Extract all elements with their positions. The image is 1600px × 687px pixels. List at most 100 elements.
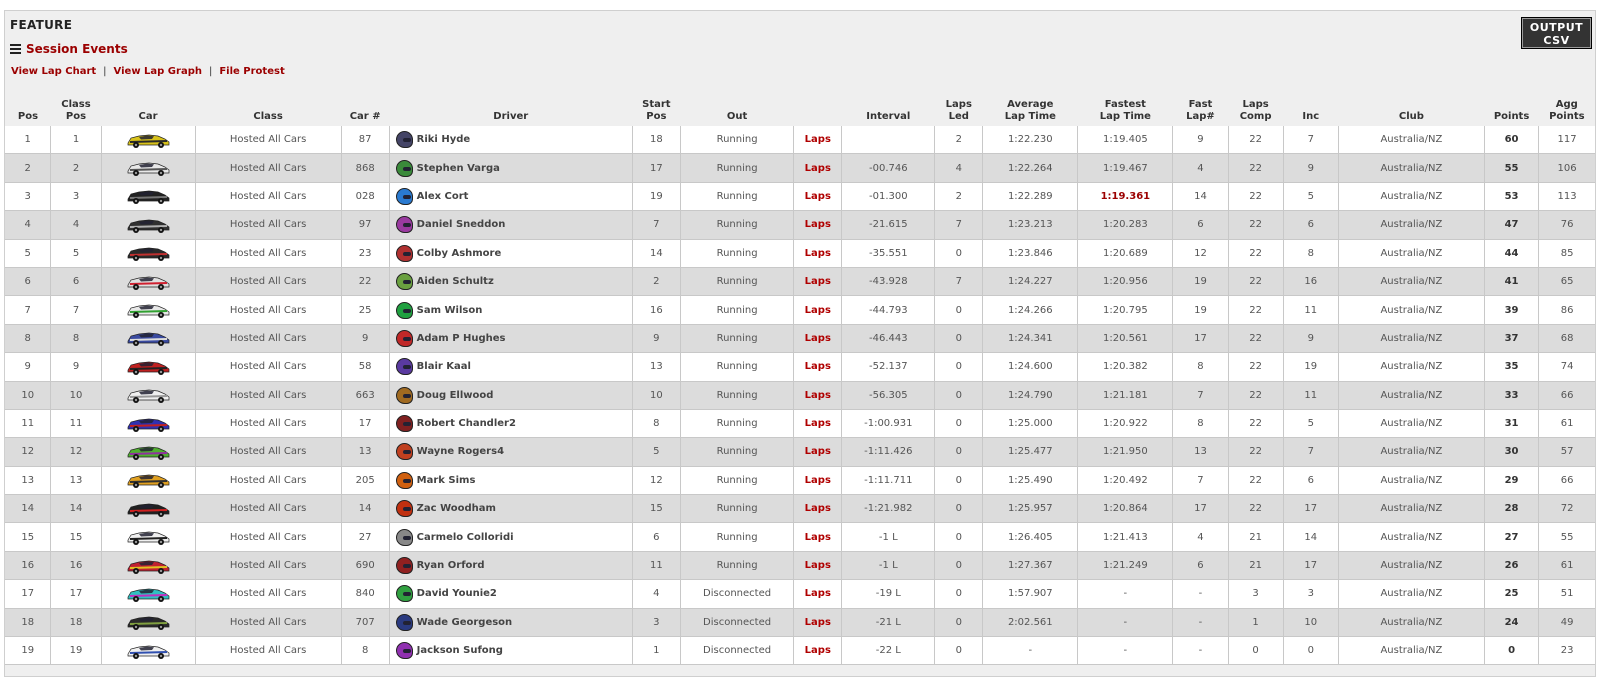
column-header-laps-led[interactable]: Laps Led <box>935 95 983 126</box>
driver-cell[interactable]: Stephen Varga <box>388 153 633 183</box>
laps-link-cell[interactable]: Laps <box>793 608 842 638</box>
driver-name-link[interactable]: Zac Woodham <box>417 503 496 514</box>
session-events-label[interactable]: Session Events <box>26 42 128 56</box>
driver-cell[interactable]: Doug Ellwood <box>388 381 633 410</box>
column-header-class[interactable]: Class <box>195 95 341 126</box>
laps-link-cell-text[interactable]: Laps <box>805 588 831 599</box>
output-csv-button[interactable]: OUTPUT CSV <box>1521 17 1592 49</box>
driver-cell[interactable]: Daniel Sneddon <box>388 210 633 240</box>
driver-cell[interactable]: Zac Woodham <box>388 494 633 524</box>
laps-link-cell[interactable]: Laps <box>793 522 842 552</box>
driver-name-link[interactable]: Wayne Rogers4 <box>417 446 504 457</box>
laps-link-cell[interactable]: Laps <box>793 381 842 410</box>
column-header-club[interactable]: Club <box>1338 95 1484 126</box>
driver-cell[interactable]: Jackson Sufong <box>388 636 633 666</box>
driver-name-link[interactable]: Doug Ellwood <box>417 390 494 401</box>
driver-cell[interactable]: Ryan Orford <box>388 551 633 581</box>
laps-link-cell-text[interactable]: Laps <box>805 361 831 372</box>
column-header-pos[interactable]: Pos <box>5 95 51 126</box>
laps-link-cell[interactable]: Laps <box>793 324 842 354</box>
laps-link-cell-text[interactable]: Laps <box>805 333 831 344</box>
laps-link-cell[interactable]: Laps <box>793 239 842 268</box>
driver-name-link[interactable]: Riki Hyde <box>417 134 471 145</box>
driver-name-link[interactable]: Wade Georgeson <box>417 617 513 628</box>
laps-link-cell-text[interactable]: Laps <box>805 617 831 628</box>
column-header-inc[interactable]: Inc <box>1283 95 1338 126</box>
laps-link-cell[interactable]: Laps <box>793 210 842 240</box>
driver-cell[interactable]: Carmelo Colloridi <box>388 522 633 552</box>
laps-link-cell-text[interactable]: Laps <box>805 475 831 486</box>
driver-name-link[interactable]: Sam Wilson <box>417 305 483 316</box>
laps-link-cell[interactable]: Laps <box>793 409 842 439</box>
column-header-start-pos[interactable]: Start Pos <box>632 95 680 126</box>
driver-cell[interactable]: Wayne Rogers4 <box>388 437 633 467</box>
driver-cell[interactable]: David Younie2 <box>388 579 633 609</box>
driver-cell[interactable]: Wade Georgeson <box>388 608 633 638</box>
laps-link-cell[interactable]: Laps <box>793 437 842 467</box>
column-header-avg-lap[interactable]: Average Lap Time <box>983 95 1078 126</box>
laps-link-cell-text[interactable]: Laps <box>805 418 831 429</box>
laps-link-cell[interactable]: Laps <box>793 494 842 524</box>
driver-name-link[interactable]: David Younie2 <box>417 588 497 599</box>
driver-name-link[interactable]: Ryan Orford <box>417 560 485 571</box>
driver-name-link[interactable]: Alex Cort <box>417 191 469 202</box>
column-header-laps[interactable] <box>794 95 842 126</box>
laps-link-cell-text[interactable]: Laps <box>805 390 831 401</box>
driver-name-link[interactable]: Aiden Schultz <box>417 276 494 287</box>
driver-cell[interactable]: Riki Hyde <box>388 126 633 155</box>
driver-name-link[interactable]: Carmelo Colloridi <box>417 532 514 543</box>
laps-link-cell[interactable]: Laps <box>793 466 842 496</box>
driver-cell[interactable]: Alex Cort <box>388 182 633 212</box>
column-header-laps-comp[interactable]: Laps Comp <box>1228 95 1283 126</box>
view-lap-chart-link[interactable]: View Lap Chart <box>11 66 96 77</box>
laps-link-cell-text[interactable]: Laps <box>805 560 831 571</box>
laps-link-cell[interactable]: Laps <box>793 579 842 609</box>
driver-name-link[interactable]: Colby Ashmore <box>417 248 502 259</box>
driver-cell[interactable]: Blair Kaal <box>388 352 633 382</box>
laps-link-cell[interactable]: Laps <box>793 352 842 382</box>
laps-link-cell-text[interactable]: Laps <box>805 305 831 316</box>
driver-name-link[interactable]: Blair Kaal <box>417 361 471 372</box>
laps-link-cell[interactable]: Laps <box>793 153 842 183</box>
laps-link-cell[interactable]: Laps <box>793 126 842 155</box>
laps-link-cell-text[interactable]: Laps <box>805 134 831 145</box>
column-header-points[interactable]: Points <box>1484 95 1538 126</box>
laps-link-cell-text[interactable]: Laps <box>805 645 831 656</box>
file-protest-link[interactable]: File Protest <box>219 66 284 77</box>
laps-link-cell[interactable]: Laps <box>793 182 842 212</box>
view-lap-graph-link[interactable]: View Lap Graph <box>114 66 202 77</box>
driver-cell[interactable]: Adam P Hughes <box>388 324 633 354</box>
laps-link-cell[interactable]: Laps <box>793 295 842 325</box>
laps-link-cell[interactable]: Laps <box>793 636 842 666</box>
column-header-fast-lap[interactable]: Fastest Lap Time <box>1078 95 1173 126</box>
driver-cell[interactable]: Robert Chandler2 <box>388 409 633 439</box>
driver-name-link[interactable]: Mark Sims <box>417 475 476 486</box>
driver-cell[interactable]: Aiden Schultz <box>388 267 633 297</box>
laps-link-cell-text[interactable]: Laps <box>805 191 831 202</box>
laps-link-cell-text[interactable]: Laps <box>805 532 831 543</box>
laps-link-cell-text[interactable]: Laps <box>805 163 831 174</box>
driver-name-link[interactable]: Robert Chandler2 <box>417 418 516 429</box>
driver-name-link[interactable]: Daniel Sneddon <box>417 219 506 230</box>
laps-link-cell-text[interactable]: Laps <box>805 219 831 230</box>
laps-link-cell[interactable]: Laps <box>793 267 842 297</box>
column-header-out[interactable]: Out <box>680 95 793 126</box>
driver-name-link[interactable]: Stephen Varga <box>417 163 500 174</box>
laps-link-cell[interactable]: Laps <box>793 551 842 581</box>
session-events-link[interactable]: Session Events <box>10 42 128 56</box>
laps-link-cell-text[interactable]: Laps <box>805 503 831 514</box>
driver-cell[interactable]: Sam Wilson <box>388 295 633 325</box>
column-header-driver[interactable]: Driver <box>389 95 632 126</box>
laps-link-cell-text[interactable]: Laps <box>805 276 831 287</box>
laps-link-cell-text[interactable]: Laps <box>805 248 831 259</box>
column-header-class-pos[interactable]: Class Pos <box>51 95 101 126</box>
column-header-car[interactable]: Car <box>101 95 195 126</box>
driver-name-link[interactable]: Adam P Hughes <box>417 333 506 344</box>
driver-cell[interactable]: Colby Ashmore <box>388 239 633 268</box>
driver-name-link[interactable]: Jackson Sufong <box>417 645 503 656</box>
driver-cell[interactable]: Mark Sims <box>388 466 633 496</box>
column-header-agg-points[interactable]: Agg Points <box>1539 95 1595 126</box>
laps-link-cell-text[interactable]: Laps <box>805 446 831 457</box>
column-header-interval[interactable]: Interval <box>842 95 935 126</box>
column-header-car-num[interactable]: Car # <box>341 95 389 126</box>
